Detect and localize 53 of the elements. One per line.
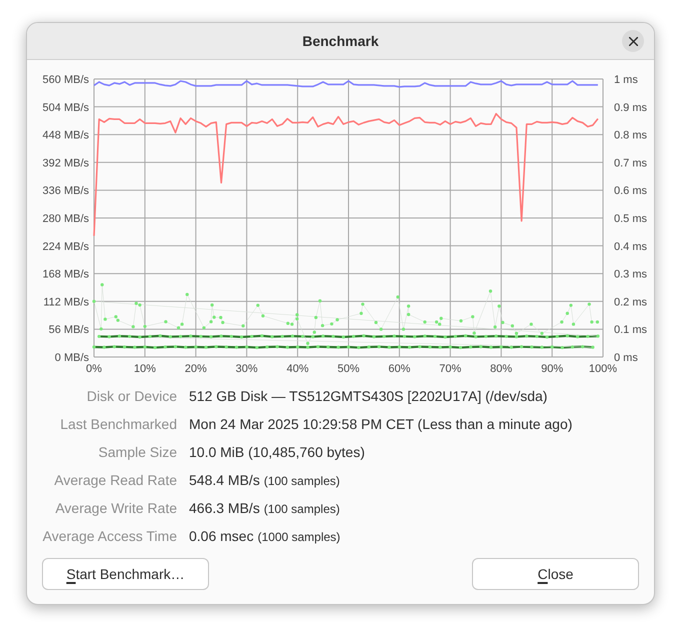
- field-label: Average Write Rate: [54, 498, 177, 518]
- x-axis-label: 30%: [236, 363, 258, 375]
- right-axis-label: 0.4 ms: [614, 240, 648, 253]
- close-dialog-button[interactable]: Close: [472, 558, 639, 590]
- y-axis-label: 560 MB/s: [42, 74, 89, 86]
- window-title: Benchmark: [302, 32, 379, 50]
- right-axis-label: 0.3 ms: [614, 268, 648, 281]
- y-axis-label: 504 MB/s: [42, 102, 89, 114]
- right-axis-label: 0.7 ms: [614, 157, 648, 170]
- field-value: Mon 24 Mar 2025 10:29:58 PM CET (Less than a minute ago): [189, 414, 572, 434]
- right-axis-label: 0 ms: [614, 352, 638, 364]
- field-value: 466.3 MB/s: [189, 498, 260, 518]
- y-axis-label: 168 MB/s: [42, 268, 89, 281]
- y-axis-label: 112 MB/s: [43, 296, 89, 308]
- x-axis-label: 0%: [86, 363, 102, 375]
- right-axis-label: 0.6 ms: [614, 185, 648, 198]
- x-axis-label: 50%: [337, 363, 360, 375]
- field-value: 512 GB Disk — TS512GMTS430S [2202U17A] (/dev/sda): [189, 386, 548, 406]
- close-icon: [628, 36, 638, 46]
- field-value: 10.0 MiB (10,485,760 bytes): [189, 442, 365, 462]
- x-axis-label: 70%: [439, 363, 462, 375]
- field-label: Average Access Time: [42, 526, 177, 546]
- close-button[interactable]: [622, 30, 644, 52]
- field-value: 0.06 msec: [189, 526, 254, 546]
- x-axis-label: 60%: [388, 363, 410, 375]
- start-benchmark-button[interactable]: Start Benchmark…: [42, 558, 209, 590]
- sample-count: (100 samples): [264, 500, 340, 518]
- right-axis-label: 0.2 ms: [614, 296, 648, 308]
- y-axis-label: 392 MB/s: [42, 157, 89, 170]
- right-axis-label: 0.9 ms: [614, 102, 648, 114]
- x-axis-label: 10%: [134, 363, 156, 375]
- x-axis-label: 90%: [541, 363, 564, 375]
- right-axis-label: 0.5 ms: [614, 213, 648, 225]
- field-value: 548.4 MB/s: [189, 470, 260, 490]
- y-axis-label: 280 MB/s: [42, 213, 89, 225]
- x-axis-label: 20%: [184, 363, 207, 375]
- y-axis-label: 0 MB/s: [54, 352, 89, 364]
- field-label: Average Read Rate: [53, 470, 177, 490]
- y-axis-label: 56 MB/s: [48, 324, 89, 336]
- x-axis-label: 100%: [588, 363, 618, 375]
- y-axis-label: 336 MB/s: [42, 185, 89, 198]
- right-axis-label: 0.8 ms: [614, 130, 648, 142]
- field-label: Last Benchmarked: [59, 414, 177, 434]
- field-label: Disk or Device: [86, 386, 177, 406]
- field-label: Sample Size: [97, 442, 177, 462]
- y-axis-label: 224 MB/s: [42, 240, 89, 253]
- sample-count: (1000 samples): [258, 528, 340, 546]
- x-axis-label: 80%: [490, 363, 512, 375]
- sample-count: (100 samples): [264, 472, 340, 490]
- right-axis-label: 1 ms: [614, 74, 638, 86]
- x-axis-label: 40%: [286, 363, 309, 375]
- y-axis-label: 448 MB/s: [42, 130, 89, 142]
- right-axis-label: 0.1 ms: [614, 324, 648, 336]
